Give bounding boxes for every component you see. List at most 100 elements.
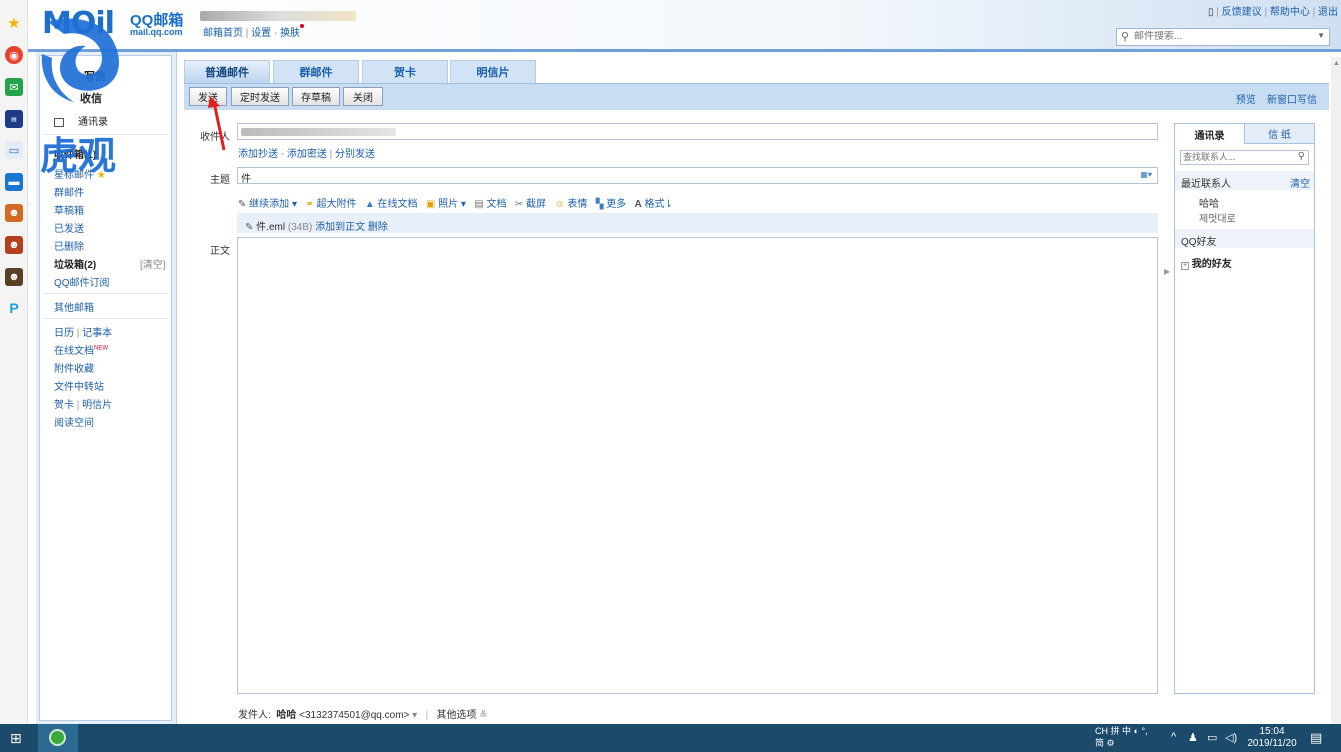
notebook-link[interactable]: 记事本 xyxy=(82,328,112,339)
sender-selector[interactable]: 哈哈 <3132374501@qq.com> ▾ xyxy=(276,710,417,721)
game-icon-2[interactable]: ☻ xyxy=(5,236,23,254)
preview-link[interactable]: 预览 xyxy=(1236,95,1256,106)
drafts-link[interactable]: 草稿箱 xyxy=(54,202,84,217)
online-doc-icon: ▲ xyxy=(364,199,375,210)
inbox-count-link[interactable]: 收件箱(1) xyxy=(54,146,96,161)
page-scrollbar[interactable]: ▲ xyxy=(1331,57,1341,724)
other-options-link[interactable]: 其他选项 ≚ xyxy=(436,710,487,721)
settings-link[interactable]: 设置 xyxy=(251,28,271,39)
favorites-star-icon[interactable]: ★ xyxy=(5,14,23,32)
qq-tray-icon[interactable]: ♟ xyxy=(1188,731,1198,744)
save-draft-button[interactable]: 存草稿 xyxy=(292,87,340,106)
postcard-link[interactable]: 明信片 xyxy=(82,400,112,411)
body-editor[interactable] xyxy=(237,237,1158,694)
recipient-field[interactable] xyxy=(237,123,1158,140)
mail-search-input[interactable] xyxy=(1134,31,1314,42)
send-button[interactable]: 发送 xyxy=(189,87,227,106)
feedback-link[interactable]: 反馈建议 xyxy=(1222,7,1262,18)
attachment-delete-link[interactable]: 删除 xyxy=(368,222,388,233)
compose-link[interactable]: 写信 xyxy=(84,68,106,84)
chevron-down-icon[interactable]: ▼ xyxy=(1317,31,1325,40)
attach-continue[interactable]: ✎ 继续添加 ▾ xyxy=(238,199,297,210)
close-button[interactable]: 关闭 xyxy=(343,87,383,106)
weibo-icon[interactable]: ◉ xyxy=(5,46,23,64)
sent-link[interactable]: 已发送 xyxy=(54,220,84,235)
skin-link[interactable]: 换肤 xyxy=(280,28,300,39)
attach-photo[interactable]: ▣ 照片 ▾ xyxy=(426,199,466,210)
attach-more[interactable]: ▚ 更多 xyxy=(596,199,626,210)
attach-online-doc[interactable]: ▲ 在线文档 xyxy=(365,199,418,210)
file-transfer-link[interactable]: 文件中转站 xyxy=(54,378,104,393)
taskbar-browser-button[interactable] xyxy=(38,724,78,752)
header-links: 邮箱首页 | 设置 - 换肤 xyxy=(203,24,305,39)
contact-search[interactable]: ⚲ xyxy=(1180,150,1309,165)
my-friends-group[interactable]: + 我的好友 xyxy=(1181,255,1232,270)
subject-field[interactable]: 件 ▦▾ xyxy=(237,167,1158,185)
tab-group-mail[interactable]: 群邮件 xyxy=(273,60,359,83)
spam-clear-link[interactable]: [清空] xyxy=(140,256,166,271)
mail-search[interactable]: ⚲ ▼ xyxy=(1116,28,1330,46)
attach-emoji[interactable]: ☺ 表情 xyxy=(554,199,587,210)
new-window-compose-link[interactable]: 新窗口写信 xyxy=(1267,95,1317,106)
recent-clear-link[interactable]: 清空 xyxy=(1290,175,1310,190)
mailbox-home-link[interactable]: 邮箱首页 xyxy=(203,28,243,39)
document-icon[interactable]: ▭ xyxy=(5,141,23,159)
more-icon: ▚ xyxy=(595,199,604,210)
attach-document[interactable]: ▤ 文档 xyxy=(474,199,506,210)
attach-screenshot[interactable]: ✂ 截屏 xyxy=(515,199,546,210)
search-icon: ⚲ xyxy=(1297,151,1305,162)
subscription-link[interactable]: QQ邮件订阅 xyxy=(54,274,110,289)
tab-contacts[interactable]: 通讯录 xyxy=(1175,124,1245,144)
qq-mail-logo[interactable]: MOil xyxy=(42,6,115,41)
chat-icon[interactable]: ▬ xyxy=(5,173,23,191)
online-docs-link[interactable]: 在线文档NEW xyxy=(54,342,108,357)
greeting-card-link[interactable]: 贺卡 xyxy=(54,400,74,411)
help-center-link[interactable]: 帮助中心 xyxy=(1270,7,1310,18)
starred-link[interactable]: 星标邮件 ★ xyxy=(54,166,106,181)
subject-format-icon[interactable]: ▦▾ xyxy=(1140,170,1152,179)
app-icon-news[interactable]: ▤ xyxy=(5,110,23,128)
spam-link[interactable]: 垃圾箱(2) xyxy=(54,256,96,271)
notification-icon[interactable]: ▤ xyxy=(1310,730,1322,746)
add-cc-link[interactable]: 添加抄送 xyxy=(238,149,278,160)
game-icon-1[interactable]: ☻ xyxy=(5,204,23,222)
add-bcc-link[interactable]: 添加密送 xyxy=(287,149,327,160)
tray-chevron-icon[interactable]: ^ xyxy=(1171,731,1176,743)
reading-space-link[interactable]: 阅读空间 xyxy=(54,414,94,429)
user-name-blurred xyxy=(200,11,356,21)
other-mailbox-link[interactable]: 其他邮箱 xyxy=(54,299,94,314)
logout-link[interactable]: 退出 xyxy=(1318,7,1338,18)
attach-large[interactable]: ⚭ 超大附件 xyxy=(305,199,356,210)
windows-taskbar: ⊞ CH 拼 中 ◐ °, 简 ⚙ ^ ♟ ▭ ◁) 15:04 2019/11… xyxy=(0,724,1341,752)
browser-icon xyxy=(49,729,66,746)
recent-contact-item[interactable]: 제멋대로 xyxy=(1199,210,1236,225)
contact-search-input[interactable] xyxy=(1183,152,1293,162)
tab-greeting-card[interactable]: 贺卡 xyxy=(362,60,448,83)
deleted-link[interactable]: 已删除 xyxy=(54,238,84,253)
phone-icon[interactable]: ▯ xyxy=(1208,7,1214,18)
p-app-icon[interactable]: P xyxy=(5,299,23,317)
attachments-link[interactable]: 附件收藏 xyxy=(54,360,94,375)
taskbar-clock[interactable]: 15:04 2019/11/20 xyxy=(1244,726,1300,750)
recent-contact-item[interactable]: 哈哈 xyxy=(1199,195,1219,210)
contacts-link[interactable]: 通讯录 xyxy=(54,113,108,128)
volume-icon[interactable]: ◁) xyxy=(1225,731,1237,744)
photo-icon: ▣ xyxy=(425,199,436,210)
mail-icon[interactable]: ✉ xyxy=(5,78,23,96)
expand-panel-arrow-icon[interactable]: ▶ xyxy=(1164,267,1170,276)
separate-send-link[interactable]: 分别发送 xyxy=(335,149,375,160)
attach-format[interactable]: A 格式⇂ xyxy=(635,199,673,210)
ime-indicator[interactable]: CH 拼 中 ◐ °, 简 ⚙ xyxy=(1095,725,1148,749)
sender-label: 发件人: xyxy=(238,710,271,721)
windows-start-icon[interactable]: ⊞ xyxy=(10,730,22,747)
calendar-link[interactable]: 日历 xyxy=(54,328,74,339)
game-icon-3[interactable]: ☻ xyxy=(5,268,23,286)
network-icon[interactable]: ▭ xyxy=(1207,731,1217,744)
tab-normal-mail[interactable]: 普通邮件 xyxy=(184,60,270,83)
tab-stationery[interactable]: 信 纸 xyxy=(1245,124,1314,144)
scheduled-send-button[interactable]: 定时发送 xyxy=(231,87,289,106)
group-mail-link[interactable]: 群邮件 xyxy=(54,184,84,199)
tab-postcard[interactable]: 明信片 xyxy=(450,60,536,83)
inbox-link[interactable]: 收信 xyxy=(80,90,102,106)
attachment-add-to-body-link[interactable]: 添加到正文 xyxy=(315,222,365,233)
